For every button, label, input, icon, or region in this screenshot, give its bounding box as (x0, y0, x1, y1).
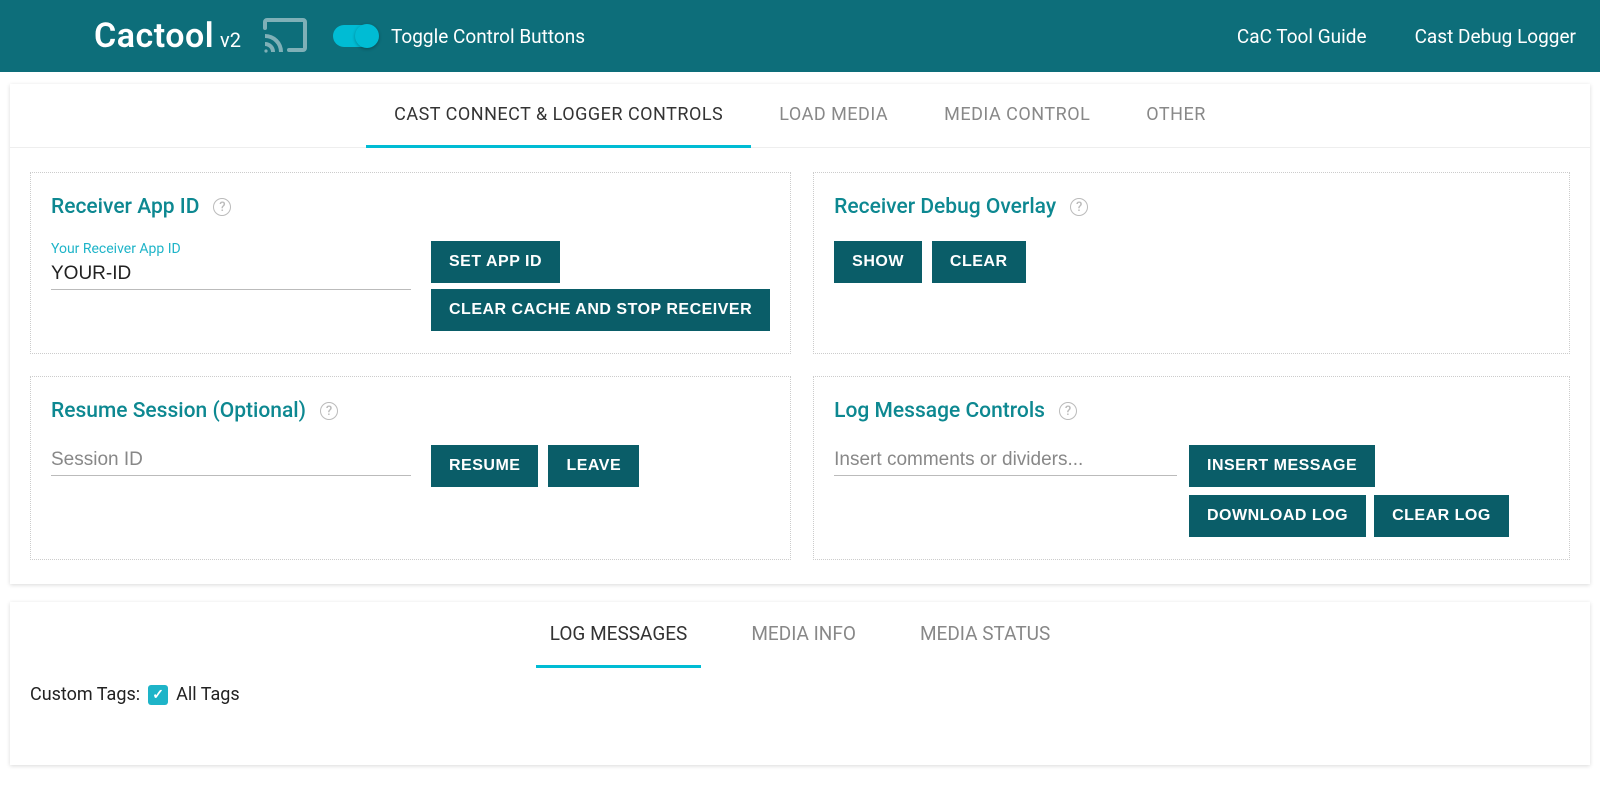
tab-media-info[interactable]: MEDIA INFO (737, 602, 870, 668)
receiver-app-id-group: Your Receiver App ID (51, 241, 411, 290)
app-title: Cactool (94, 16, 214, 56)
log-tabs: LOG MESSAGES MEDIA INFO MEDIA STATUS (10, 602, 1590, 668)
panel-title: Receiver App ID ? (51, 195, 770, 219)
leave-button[interactable]: LEAVE (548, 445, 639, 487)
panel-log-message-controls: Log Message Controls ? INSERT MESSAGE DO… (813, 376, 1570, 560)
help-icon[interactable]: ? (320, 402, 338, 420)
app-header: Cactool v2 Toggle Control Buttons CaC To… (0, 0, 1600, 72)
overlay-clear-button[interactable]: CLEAR (932, 241, 1026, 283)
help-icon[interactable]: ? (1059, 402, 1077, 420)
tab-load-media[interactable]: LOAD MEDIA (751, 84, 916, 147)
tab-media-status[interactable]: MEDIA STATUS (906, 602, 1064, 668)
logo: Cactool v2 (94, 16, 241, 56)
overlay-show-button[interactable]: SHOW (834, 241, 922, 283)
panel-receiver-app-id: Receiver App ID ? Your Receiver App ID S… (30, 172, 791, 354)
resume-button[interactable]: RESUME (431, 445, 538, 487)
help-icon[interactable]: ? (213, 198, 231, 216)
tab-other[interactable]: OTHER (1118, 84, 1234, 147)
panel-title-text: Resume Session (Optional) (51, 399, 306, 423)
controls-grid: Receiver App ID ? Your Receiver App ID S… (10, 148, 1590, 584)
cast-icon (255, 12, 315, 60)
input-label: Your Receiver App ID (51, 241, 411, 257)
insert-message-button[interactable]: INSERT MESSAGE (1189, 445, 1375, 487)
panel-title-text: Receiver App ID (51, 195, 199, 219)
all-tags-label: All Tags (176, 684, 240, 705)
help-icon[interactable]: ? (1070, 198, 1088, 216)
controls-card: CAST CONNECT & LOGGER CONTROLS LOAD MEDI… (10, 84, 1590, 584)
toggle-knob (355, 24, 379, 48)
tab-cast-connect[interactable]: CAST CONNECT & LOGGER CONTROLS (366, 84, 751, 148)
link-cac-tool-guide[interactable]: CaC Tool Guide (1237, 25, 1367, 48)
custom-tags-row: Custom Tags: ✓ All Tags (10, 668, 1590, 705)
link-cast-debug-logger[interactable]: Cast Debug Logger (1415, 25, 1576, 48)
clear-cache-stop-receiver-button[interactable]: CLEAR CACHE AND STOP RECEIVER (431, 289, 770, 331)
panel-title-text: Receiver Debug Overlay (834, 195, 1056, 219)
tab-media-control[interactable]: MEDIA CONTROL (916, 84, 1118, 147)
app-version: v2 (220, 28, 241, 52)
toggle-control-buttons[interactable]: Toggle Control Buttons (333, 25, 585, 48)
log-comment-input[interactable] (834, 445, 1177, 476)
panel-title: Resume Session (Optional) ? (51, 399, 770, 423)
clear-log-button[interactable]: CLEAR LOG (1374, 495, 1509, 537)
panel-title: Receiver Debug Overlay ? (834, 195, 1549, 219)
panel-title: Log Message Controls ? (834, 399, 1549, 423)
receiver-app-id-input[interactable] (51, 259, 411, 290)
main-tabs: CAST CONNECT & LOGGER CONTROLS LOAD MEDI… (10, 84, 1590, 148)
panel-receiver-debug-overlay: Receiver Debug Overlay ? SHOW CLEAR (813, 172, 1570, 354)
toggle-switch[interactable] (333, 25, 377, 47)
all-tags-checkbox[interactable]: ✓ (148, 685, 168, 705)
custom-tags-label: Custom Tags: (30, 684, 140, 705)
panel-resume-session: Resume Session (Optional) ? RESUME LEAVE (30, 376, 791, 560)
toggle-label: Toggle Control Buttons (391, 25, 585, 48)
tab-log-messages[interactable]: LOG MESSAGES (536, 602, 702, 668)
download-log-button[interactable]: DOWNLOAD LOG (1189, 495, 1366, 537)
panel-title-text: Log Message Controls (834, 399, 1045, 423)
log-card: LOG MESSAGES MEDIA INFO MEDIA STATUS Cus… (10, 602, 1590, 765)
session-id-input[interactable] (51, 445, 411, 476)
set-app-id-button[interactable]: SET APP ID (431, 241, 560, 283)
